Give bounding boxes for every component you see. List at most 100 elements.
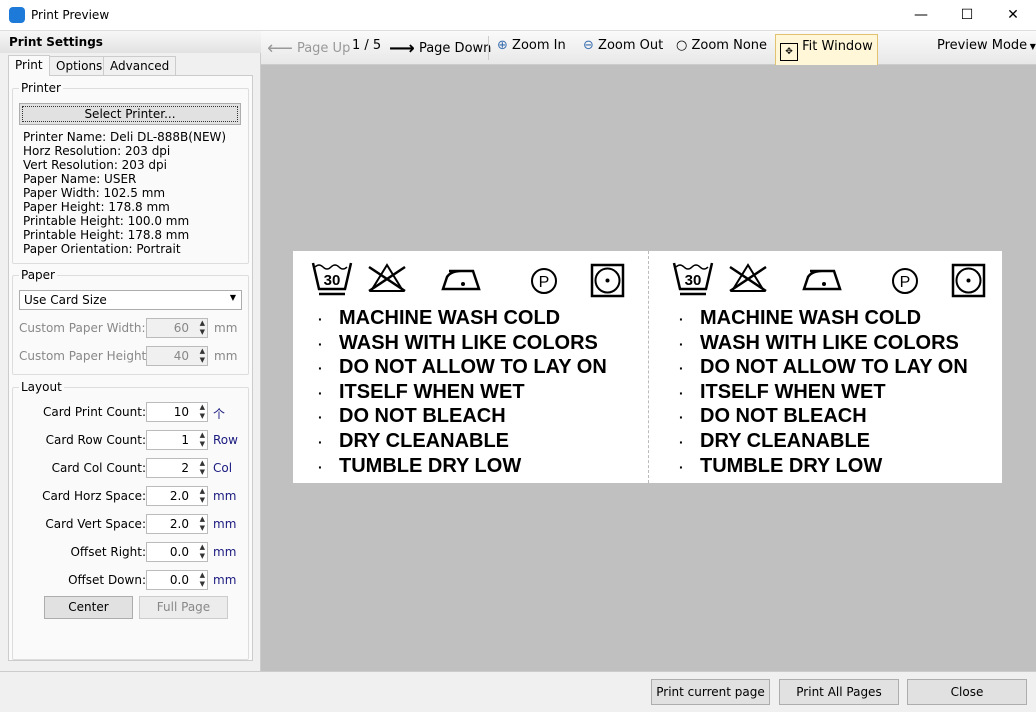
wash-30-icon: 30 — [672, 262, 714, 296]
instruction-line: · ITSELF WHEN WET — [679, 380, 886, 403]
printer-group-label: Printer — [19, 81, 63, 95]
layout-group: Layout Center Full Page Card Print Count… — [12, 380, 249, 660]
instruction-line: · MACHINE WASH COLD — [679, 307, 922, 329]
zoom-out-button[interactable]: ⊖ Zoom Out — [583, 38, 663, 53]
tab-advanced[interactable]: Advanced — [103, 56, 177, 75]
dry-clean-p-icon: P — [531, 268, 557, 294]
instruction-line: · WASH WITH LIKE COLORS — [679, 331, 959, 354]
custom-width-label: Custom Paper Width: — [19, 321, 146, 335]
svg-text:P: P — [539, 274, 550, 291]
instruction-line: · DRY CLEANABLE — [318, 429, 510, 452]
layout-field-input[interactable]: 1 ▲ ▼ — [146, 430, 208, 450]
page-up-button[interactable]: ⟵ Page Up — [267, 38, 350, 59]
card-right: 30 P · MACHINE WASH COLD · WASH WITH LIKE C… — [654, 251, 1009, 483]
spinner-arrows-icon: ▲ ▼ — [199, 515, 205, 532]
layout-field-label: Offset Right: — [70, 545, 146, 559]
care-symbols: 30 P — [311, 262, 625, 298]
wash-30-icon: 30 — [311, 262, 353, 296]
zoom-in-icon: ⊕ — [497, 38, 508, 53]
layout-field-input[interactable]: 0.0 ▲ ▼ — [146, 542, 208, 562]
center-button[interactable]: Center — [44, 596, 133, 619]
tumble-dry-icon — [951, 263, 986, 298]
zoom-in-button[interactable]: ⊕ Zoom In — [497, 38, 566, 53]
tumble-dry-icon — [590, 263, 625, 298]
panel-header: Print Settings — [0, 31, 261, 53]
page-indicator: 1 / 5 — [352, 38, 382, 53]
select-printer-button[interactable]: Select Printer... — [19, 103, 241, 125]
card-page: 30 P · MACHINE WASH COLD · WASH WITH LIKE C… — [293, 251, 1002, 483]
custom-height-input[interactable]: 40 ▲ ▼ — [146, 346, 208, 366]
iron-icon — [802, 269, 842, 291]
layout-field-label: Card Vert Space: — [45, 517, 146, 531]
fit-window-icon: ✥ — [780, 43, 798, 61]
instruction-line: · TUMBLE DRY LOW — [679, 454, 883, 477]
spinner-arrows-icon: ▲ ▼ — [199, 403, 205, 420]
zoom-out-icon: ⊖ — [583, 38, 594, 53]
layout-field-input[interactable]: 0.0 ▲ ▼ — [146, 570, 208, 590]
fit-window-button[interactable]: ✥ Fit Window — [775, 34, 878, 66]
custom-width-input[interactable]: 60 ▲ ▼ — [146, 318, 208, 338]
print-current-page-button[interactable]: Print current page — [651, 679, 770, 705]
zoom-none-button[interactable]: ○ Zoom None — [676, 38, 767, 53]
instruction-line: · DO NOT BLEACH — [318, 405, 506, 428]
title-bar: Print Preview — ☐ ✕ — [0, 0, 1036, 31]
instruction-line: · DO NOT ALLOW TO LAY ON — [679, 356, 968, 379]
minimize-button[interactable]: — — [898, 0, 944, 31]
layout-field-input[interactable]: 2.0 ▲ ▼ — [146, 486, 208, 506]
layout-field-unit: Row — [213, 433, 238, 447]
layout-field-unit: mm — [213, 517, 237, 531]
no-bleach-icon — [368, 263, 406, 293]
layout-field-unit: mm — [213, 545, 237, 559]
layout-field-unit: mm — [213, 573, 237, 587]
dry-clean-p-icon: P — [892, 268, 918, 294]
page-down-button[interactable]: ⟶ Page Down — [389, 38, 491, 59]
close-button[interactable]: Close — [907, 679, 1027, 705]
svg-text:30: 30 — [685, 272, 702, 289]
iron-icon — [441, 269, 481, 291]
print-tab-body: Printer Select Printer... Printer Name: … — [8, 75, 253, 661]
preview-area: 30 P · MACHINE WASH COLD · WASH WITH LIKE C… — [261, 65, 1036, 671]
care-instructions: · MACHINE WASH COLD · WASH WITH LIKE COLORS… — [679, 307, 968, 479]
print-settings-panel: Print Settings Print Options Advanced Pr… — [0, 31, 261, 671]
care-symbols: 30 P — [672, 262, 986, 298]
layout-field-input[interactable]: 2 ▲ ▼ — [146, 458, 208, 478]
instruction-line: · DO NOT ALLOW TO LAY ON — [318, 356, 607, 379]
preview-toolbar: ⟵ Page Up 1 / 5 ⟶ Page Down ⊕ Zoom In ⊖ … — [261, 31, 1036, 66]
layout-field-label: Card Print Count: — [43, 405, 146, 419]
layout-field-unit: mm — [213, 489, 237, 503]
close-window-button[interactable]: ✕ — [990, 0, 1036, 31]
layout-field-unit: 个 — [213, 407, 226, 421]
layout-field-label: Card Col Count: — [51, 461, 146, 475]
layout-field-input[interactable]: 2.0 ▲ ▼ — [146, 514, 208, 534]
layout-field-input[interactable]: 10 ▲ ▼ — [146, 402, 208, 422]
svg-text:30: 30 — [324, 272, 341, 289]
instruction-line: · MACHINE WASH COLD — [318, 307, 561, 329]
instruction-line: · TUMBLE DRY LOW — [318, 454, 522, 477]
layout-field-unit: Col — [213, 461, 233, 475]
full-page-button[interactable]: Full Page — [139, 596, 228, 619]
arrow-right-icon: ⟶ — [389, 38, 415, 59]
card-left: 30 P · MACHINE WASH COLD · WASH WITH LIKE C… — [293, 251, 648, 483]
care-instructions: · MACHINE WASH COLD · WASH WITH LIKE COLORS… — [318, 307, 607, 479]
layout-field-label: Card Horz Space: — [42, 489, 146, 503]
instruction-line: · ITSELF WHEN WET — [318, 380, 525, 403]
arrow-left-icon: ⟵ — [267, 38, 293, 59]
tab-options[interactable]: Options — [49, 56, 110, 75]
tab-print[interactable]: Print — [8, 55, 50, 76]
caret-down-icon: ▼ — [1027, 42, 1036, 51]
paper-size-select[interactable]: Use Card Size ▼ — [19, 290, 242, 310]
instruction-line: · DO NOT BLEACH — [679, 405, 867, 428]
instruction-line: · DRY CLEANABLE — [679, 429, 871, 452]
maximize-button[interactable]: ☐ — [944, 0, 990, 31]
layout-field-label: Card Row Count: — [45, 433, 146, 447]
printer-info: Printer Name: Deli DL-888B(NEW) Horz Reso… — [23, 130, 227, 256]
layout-group-label: Layout — [19, 380, 64, 394]
svg-text:P: P — [900, 274, 911, 291]
no-bleach-icon — [729, 263, 767, 293]
print-all-pages-button[interactable]: Print All Pages — [779, 679, 899, 705]
window-title: Print Preview — [31, 8, 110, 22]
preview-mode-dropdown[interactable]: Preview Mode ▼ — [937, 38, 1036, 53]
paper-group: Paper Use Card Size ▼ Custom Paper Width:… — [12, 268, 249, 375]
app-icon — [9, 7, 25, 23]
paper-group-label: Paper — [19, 268, 57, 282]
